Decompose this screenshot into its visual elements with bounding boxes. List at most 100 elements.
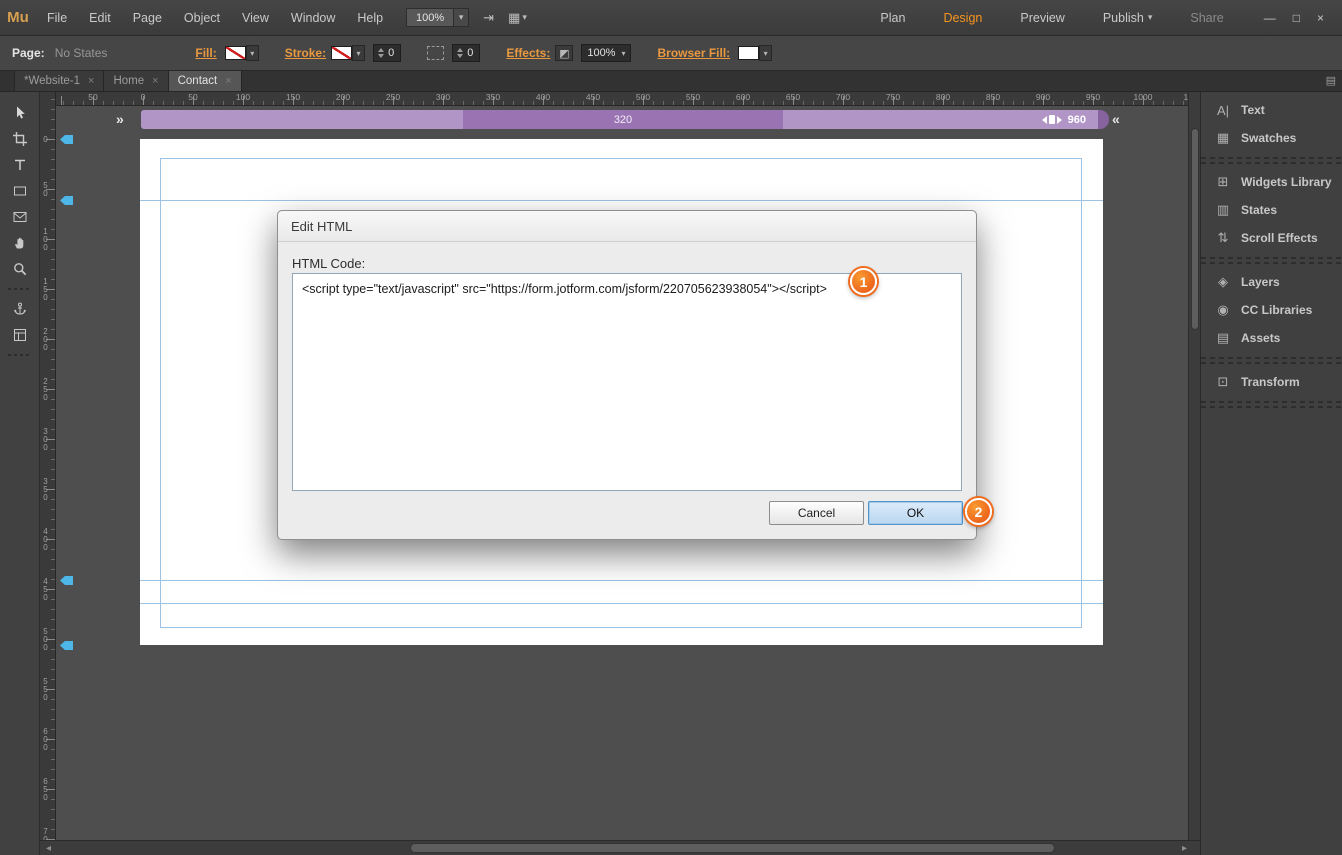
publish-dropdown-icon[interactable]: ▾ bbox=[1148, 12, 1153, 23]
html-code-input[interactable]: <script type="text/javascript" src="http… bbox=[292, 273, 962, 491]
tab-label: Home bbox=[113, 75, 145, 87]
stroke-weight-stepper[interactable] bbox=[378, 48, 385, 58]
corner-radius-field[interactable]: 0 bbox=[452, 44, 481, 62]
states-icon: ▥ bbox=[1216, 202, 1230, 217]
effects-badge-icon[interactable]: ◩ bbox=[555, 45, 574, 61]
panel-item-widgets-library[interactable]: ⊞ Widgets Library bbox=[1201, 168, 1342, 196]
browser-fill-dropdown-icon[interactable]: ▾ bbox=[759, 45, 773, 61]
panel-item-layers[interactable]: ◈ Layers bbox=[1201, 268, 1342, 296]
corner-radius-icon[interactable] bbox=[427, 46, 445, 60]
browser-fill-swatch[interactable] bbox=[738, 46, 760, 60]
guide-handle-footer[interactable] bbox=[60, 576, 73, 585]
window-close-button[interactable]: × bbox=[1317, 12, 1324, 24]
stroke-swatch[interactable] bbox=[331, 46, 353, 60]
vertical-scrollbar-thumb[interactable] bbox=[1191, 128, 1199, 330]
mode-preview[interactable]: Preview bbox=[1020, 11, 1064, 25]
scroll-right-icon[interactable]: ▸ bbox=[1182, 842, 1187, 855]
fill-dropdown-icon[interactable]: ▾ bbox=[245, 45, 259, 61]
menu-view[interactable]: View bbox=[231, 11, 280, 25]
guide-handle-page-bottom[interactable] bbox=[60, 641, 73, 650]
ruler-tick-label: 300 bbox=[435, 92, 451, 102]
layout-view-icon[interactable]: ▦ bbox=[508, 10, 520, 26]
dialog-title[interactable]: Edit HTML bbox=[278, 211, 976, 242]
canvas[interactable]: » 320 960 « Edit HTML HTML Code: <script… bbox=[56, 106, 1188, 840]
breakpoint-bar[interactable]: 320 960 bbox=[141, 110, 1109, 129]
menu-bar: Mu File Edit Page Object View Window Help 100%… bbox=[0, 0, 1342, 36]
breakpoint-segment-small[interactable] bbox=[141, 110, 463, 129]
panel-item-cc-libraries[interactable]: ◉ CC Libraries bbox=[1201, 296, 1342, 324]
tab-close-icon[interactable]: × bbox=[225, 75, 231, 87]
mode-plan[interactable]: Plan bbox=[880, 11, 905, 25]
panel-item-assets[interactable]: ▤ Assets bbox=[1201, 324, 1342, 352]
vertical-scrollbar[interactable] bbox=[1188, 92, 1200, 840]
panel-item-states[interactable]: ▥ States bbox=[1201, 196, 1342, 224]
window-maximize-button[interactable]: □ bbox=[1293, 12, 1300, 24]
cancel-button[interactable]: Cancel bbox=[769, 501, 864, 525]
corner-radius-stepper[interactable] bbox=[457, 48, 464, 58]
selection-tool[interactable] bbox=[0, 100, 40, 126]
panel-item-swatches[interactable]: ▦ Swatches bbox=[1201, 124, 1342, 152]
browser-fill-label[interactable]: Browser Fill: bbox=[657, 46, 730, 60]
horizontal-ruler[interactable]: 50 0 50 100 150 200 250 300 350 400 450 500 550 600 65… bbox=[56, 92, 1188, 106]
tab-home[interactable]: Home × bbox=[104, 71, 169, 91]
zoom-dropdown-icon[interactable]: ▾ bbox=[454, 8, 470, 27]
mode-design[interactable]: Design bbox=[943, 11, 982, 25]
transform-icon: ⊡ bbox=[1217, 374, 1229, 389]
tab-website1[interactable]: *Website-1 × bbox=[14, 71, 105, 91]
mode-publish[interactable]: Publish ▾ bbox=[1103, 11, 1153, 25]
menu-window[interactable]: Window bbox=[280, 11, 346, 25]
guide-line-footer[interactable] bbox=[140, 580, 1103, 581]
ruler-tick-label: 150 bbox=[41, 277, 50, 301]
opacity-dropdown-icon[interactable]: ▾ bbox=[621, 49, 625, 58]
vertical-ruler[interactable]: 0 50 100 150 200 250 300 350 400 450 500 550 600 650 7… bbox=[40, 92, 56, 840]
scroll-left-icon[interactable]: ◂ bbox=[46, 842, 51, 855]
page-state-value: No States bbox=[54, 46, 108, 60]
guide-line-bottom[interactable] bbox=[140, 603, 1103, 604]
menu-file[interactable]: File bbox=[36, 11, 78, 25]
rectangle-tool[interactable] bbox=[0, 178, 40, 204]
tab-close-icon[interactable]: × bbox=[152, 75, 158, 87]
stroke-label[interactable]: Stroke: bbox=[285, 46, 326, 60]
menu-object[interactable]: Object bbox=[173, 11, 231, 25]
hand-tool[interactable] bbox=[0, 230, 40, 256]
guide-handle-page-top[interactable] bbox=[60, 135, 73, 144]
zoom-level-field[interactable]: 100% bbox=[406, 8, 455, 27]
guide-handle-header[interactable] bbox=[60, 196, 73, 205]
stroke-weight-field[interactable]: 0 bbox=[373, 44, 402, 62]
stroke-dropdown-icon[interactable]: ▾ bbox=[352, 45, 366, 61]
window-minimize-button[interactable]: — bbox=[1264, 12, 1276, 24]
panel-collapse-icon[interactable]: ▤ bbox=[1326, 74, 1336, 87]
horizontal-scrollbar[interactable]: ◂ ▸ bbox=[40, 840, 1200, 855]
breakpoint-segment-960[interactable]: 960 bbox=[783, 110, 1098, 129]
opacity-field[interactable]: 100% ▾ bbox=[581, 44, 632, 62]
anchor-tool-icon bbox=[13, 302, 26, 315]
panel-item-transform[interactable]: ⊡ Transform bbox=[1201, 368, 1342, 396]
panel-item-scroll-effects[interactable]: ⇅ Scroll Effects bbox=[1201, 224, 1342, 252]
grid-tool[interactable] bbox=[0, 322, 40, 348]
tab-close-icon[interactable]: × bbox=[88, 75, 94, 87]
tab-contact[interactable]: Contact × bbox=[168, 71, 242, 91]
anchor-tool[interactable] bbox=[0, 296, 40, 322]
crop-tool[interactable] bbox=[0, 126, 40, 152]
guide-line-header[interactable] bbox=[140, 200, 1103, 201]
layout-view-dropdown-icon[interactable]: ▾ bbox=[522, 12, 527, 23]
text-tool[interactable] bbox=[0, 152, 40, 178]
effects-label[interactable]: Effects: bbox=[506, 46, 550, 60]
panel-item-label: Assets bbox=[1241, 331, 1281, 345]
horizontal-scrollbar-thumb[interactable] bbox=[410, 843, 1055, 853]
breakpoint-next-icon[interactable]: « bbox=[1112, 111, 1120, 127]
zoom-tool[interactable] bbox=[0, 256, 40, 282]
ok-button[interactable]: OK bbox=[868, 501, 963, 525]
fill-label[interactable]: Fill: bbox=[195, 46, 216, 60]
frame-tool[interactable] bbox=[0, 204, 40, 230]
mode-share[interactable]: Share bbox=[1190, 11, 1223, 25]
menu-help[interactable]: Help bbox=[346, 11, 394, 25]
breakpoint-segment-320[interactable]: 320 bbox=[463, 110, 783, 129]
menu-edit[interactable]: Edit bbox=[78, 11, 122, 25]
fill-swatch[interactable] bbox=[224, 46, 246, 60]
panel-item-text[interactable]: A| Text bbox=[1201, 96, 1342, 124]
breakpoint-resize-handle[interactable] bbox=[1041, 115, 1062, 124]
breakpoint-prev-icon[interactable]: » bbox=[116, 111, 124, 127]
menu-page[interactable]: Page bbox=[122, 11, 173, 25]
place-arrow-icon[interactable]: ⇥ bbox=[483, 10, 494, 26]
